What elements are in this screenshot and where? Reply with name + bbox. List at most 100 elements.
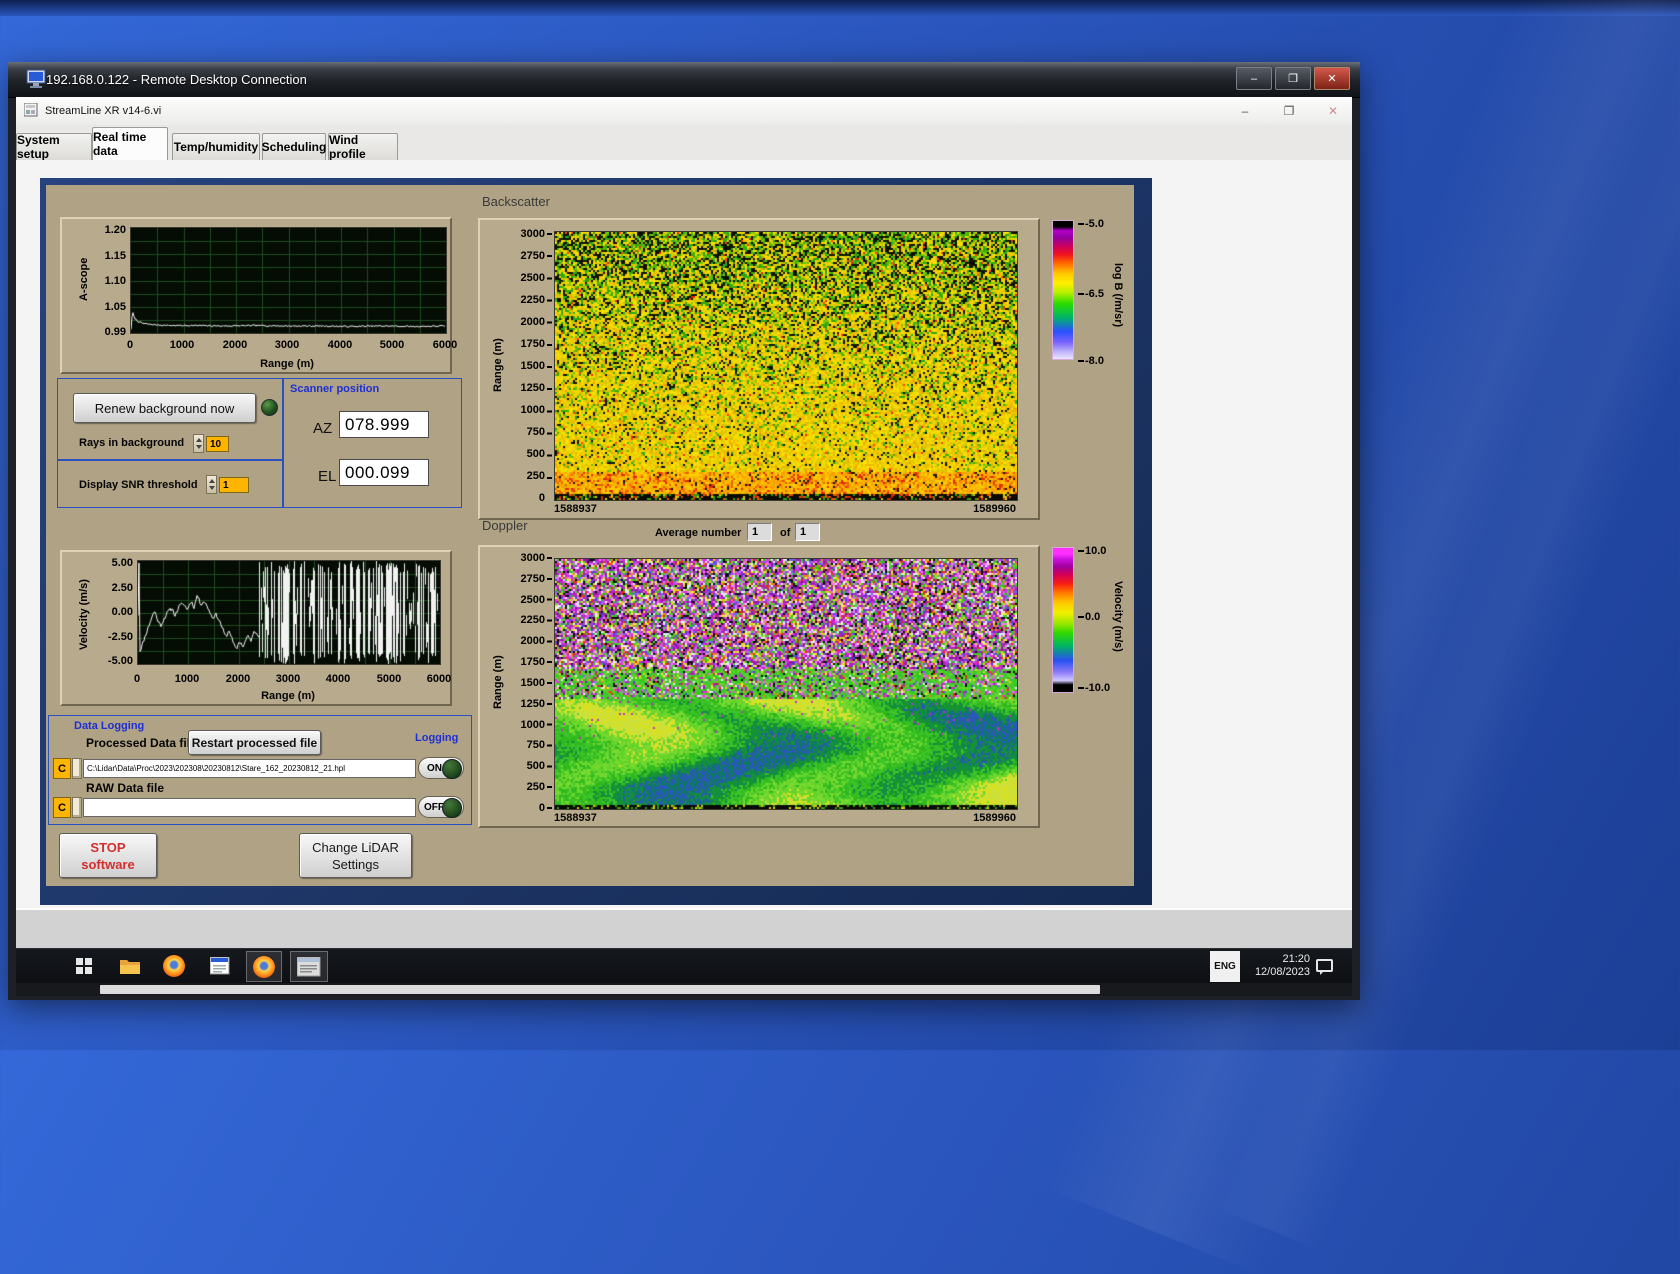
backscatter-ytick: 2250: [520, 294, 545, 306]
tab-temp-humidity[interactable]: Temp/humidity: [172, 133, 260, 160]
backscatter-ytick: 2750: [520, 250, 545, 262]
tab-system-setup[interactable]: System setup: [16, 133, 92, 161]
desktop-top-shade: [0, 0, 1680, 16]
firefox-icon[interactable]: [162, 954, 186, 978]
doppler-ytick: 0: [538, 801, 545, 814]
logging-on-toggle[interactable]: ON: [418, 757, 464, 779]
taskbar-time: 21:20: [1282, 953, 1310, 965]
tab-wind-profile[interactable]: Wind profile: [328, 133, 398, 161]
scrollbar-thumb[interactable]: [100, 985, 1100, 994]
doppler-ytick: 2000: [520, 635, 545, 648]
az-label: AZ: [313, 420, 333, 437]
ascope-ytick: 0.99: [104, 326, 126, 338]
processed-path-field[interactable]: C:\Lidar\Data\Proc\2023\202308\20230812\…: [83, 759, 416, 778]
backscatter-graph: Range (m) 3000 2750 2500 2250 2000 1750 …: [478, 218, 1040, 520]
rdp-titlebar[interactable]: 192.168.0.122 - Remote Desktop Connectio…: [8, 62, 1360, 98]
backscatter-ytick: 0: [538, 492, 545, 504]
backscatter-ytick: 2500: [520, 272, 545, 284]
backscatter-colorbar: -5.0 -6.5 -8.0 log B (/m/sr): [1052, 218, 1172, 400]
velocity-xtick: 2000: [225, 673, 251, 685]
velocity-ytick: -5.00: [107, 655, 133, 667]
app-icon: [23, 102, 38, 120]
notification-icon[interactable]: [1314, 957, 1336, 977]
rays-spinner[interactable]: [193, 434, 204, 453]
below-panel-area: [16, 908, 1352, 950]
stop-software-button[interactable]: STOP software: [59, 833, 157, 878]
rays-value[interactable]: 10: [206, 436, 229, 452]
average-number-value[interactable]: 1: [747, 523, 772, 541]
az-value: 078.999: [339, 411, 429, 438]
of-value[interactable]: 1: [795, 523, 820, 541]
scan-scheduler-icon[interactable]: [290, 951, 328, 982]
change-lidar-line1: Change LiDAR: [312, 839, 399, 855]
doppler-xstart: 1588937: [554, 812, 597, 824]
rdp-horizontal-scrollbar[interactable]: [16, 983, 1352, 996]
app-minimize-button[interactable]: –: [1232, 104, 1258, 118]
app-titlebar[interactable]: StreamLine XR v14-6.vi – ❐ ✕: [16, 97, 1352, 126]
velocity-plot: [137, 560, 441, 665]
processed-data-file-label: Processed Data file: [86, 736, 197, 750]
maximize-button[interactable]: ❐: [1275, 67, 1311, 90]
app-title: StreamLine XR v14-6.vi: [45, 105, 162, 117]
taskbar-clock[interactable]: 21:20 12/08/2023: [1244, 953, 1310, 979]
doppler-colorscale: [1052, 547, 1074, 693]
minimize-button[interactable]: –: [1236, 67, 1272, 90]
snr-spinner[interactable]: [206, 475, 217, 494]
rdp-window: 192.168.0.122 - Remote Desktop Connectio…: [8, 62, 1360, 1000]
velocity-xtick: 3000: [275, 673, 301, 685]
start-button[interactable]: [72, 954, 96, 978]
backscatter-ytickmarks: [547, 233, 552, 499]
backscatter-ytick: 1250: [520, 382, 545, 394]
ascope-xtick: 6000: [432, 339, 458, 351]
raw-drive-selector[interactable]: C: [53, 797, 71, 818]
backscatter-colorbar-label: log B (/m/sr): [1112, 263, 1124, 328]
colorbar-tick: -5.0: [1078, 218, 1104, 230]
restart-processed-file-button[interactable]: Restart processed file: [188, 730, 321, 755]
doppler-heatmap: [554, 558, 1018, 810]
doppler-title: Doppler: [482, 518, 528, 533]
ascope-xtick: 5000: [379, 339, 405, 351]
snr-value[interactable]: 1: [219, 477, 249, 493]
app-window-icon[interactable]: [208, 954, 232, 978]
doppler-ytick: 1000: [520, 718, 545, 731]
scanner-position-title: Scanner position: [290, 383, 380, 395]
change-lidar-settings-button[interactable]: Change LiDAR Settings: [299, 833, 412, 878]
ascope-xtick: 2000: [222, 339, 248, 351]
ascope-graph: A-scope 1.20 1.15 1.10 1.05 0.99 0 1000 …: [60, 217, 457, 374]
doppler-ytick: 750: [526, 739, 545, 752]
ascope-xlabel: Range (m): [260, 358, 314, 370]
file-explorer-icon[interactable]: [118, 954, 142, 978]
velocity-ytick: 2.50: [111, 581, 133, 594]
app-restore-button[interactable]: ❐: [1276, 104, 1302, 118]
velocity-graph: Velocity (m/s) 5.00 2.50 0.00 -2.50 -5.0…: [60, 550, 452, 706]
raw-path-field[interactable]: [83, 798, 416, 817]
scanner-position-group: Scanner position AZ 078.999 EL 000.099: [283, 378, 462, 508]
language-indicator[interactable]: ENG: [1210, 951, 1240, 982]
colorbar-tick: 10.0: [1078, 545, 1106, 557]
doppler-ytick: 2250: [520, 614, 545, 627]
doppler-ytick: 1250: [520, 697, 545, 710]
rdp-icon: [26, 69, 47, 94]
ascope-xtick: 3000: [274, 339, 300, 351]
firefox-active-icon[interactable]: [246, 951, 282, 982]
rays-in-background-label: Rays in background: [79, 437, 185, 449]
backscatter-xend: 1589960: [973, 503, 1016, 515]
processed-browse-button[interactable]: [72, 758, 82, 779]
backscatter-ytick: 250: [526, 470, 545, 482]
processed-drive-selector[interactable]: C: [53, 758, 71, 779]
app-close-button[interactable]: ✕: [1320, 104, 1346, 118]
velocity-ytick: -2.50: [107, 630, 133, 643]
tab-scheduling[interactable]: Scheduling: [262, 133, 326, 160]
renew-background-button[interactable]: Renew background now: [73, 393, 256, 423]
logging-off-toggle[interactable]: OFF: [418, 796, 464, 818]
ascope-plot: [130, 227, 447, 334]
snr-threshold-label: Display SNR threshold: [79, 479, 198, 491]
tab-real-time-data[interactable]: Real time data: [92, 127, 168, 160]
raw-browse-button[interactable]: [72, 797, 82, 818]
doppler-ytick: 500: [526, 760, 545, 773]
doppler-ytick: 250: [526, 781, 545, 794]
ascope-xtick: 4000: [327, 339, 353, 351]
close-button[interactable]: ✕: [1314, 67, 1350, 90]
backscatter-ytick: 1000: [520, 404, 545, 416]
velocity-xtick: 1000: [174, 673, 200, 685]
